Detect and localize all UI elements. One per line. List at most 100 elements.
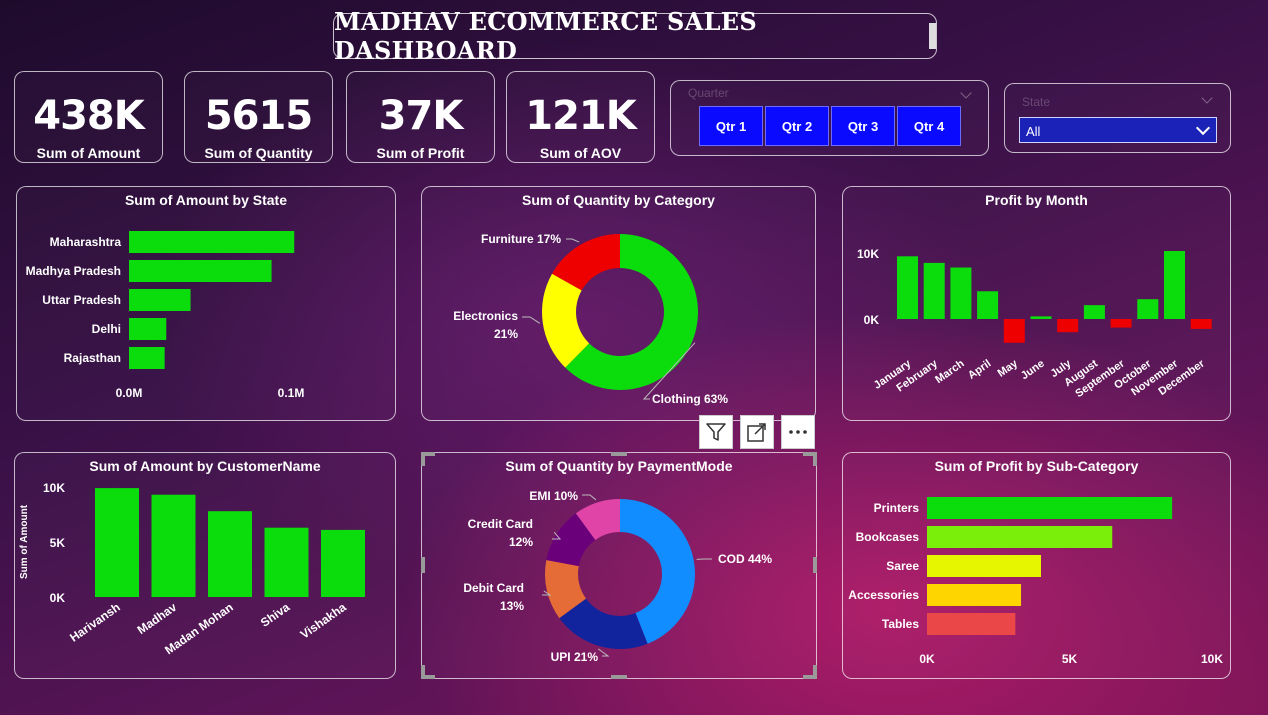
tick-label: 0K — [919, 652, 935, 666]
resize-handle[interactable] — [611, 452, 627, 456]
category-label: Rajasthan — [64, 351, 121, 365]
kpi-label: Sum of AOV — [539, 145, 622, 161]
tick-label: 10K — [857, 247, 879, 261]
bar — [129, 260, 272, 282]
bar — [1110, 319, 1132, 328]
kpi-value: 5615 — [204, 93, 313, 139]
filter-icon — [706, 423, 726, 441]
kpi-value: 438K — [33, 93, 145, 139]
month-label: June — [1019, 358, 1047, 383]
focus-mode-icon — [747, 423, 766, 442]
customer-label: Vishakha — [298, 600, 349, 642]
y-axis-label: Sum of Amount — [19, 504, 30, 579]
tick-label: 0.0M — [116, 386, 143, 400]
quarter-slicer-header: Quarter — [688, 86, 729, 100]
more-options-icon — [789, 430, 807, 434]
slice-label: Clothing 63% — [652, 392, 728, 406]
kpi-value: 121K — [525, 93, 637, 139]
slicer-option-qtr3[interactable]: Qtr 3 — [831, 106, 895, 146]
chart-profit-by-month[interactable]: Profit by Month 10K 0K January February Marc… — [842, 186, 1231, 421]
kpi-value: 37K — [378, 93, 464, 139]
kpi-label: Sum of Quantity — [204, 145, 313, 161]
chart-amount-by-customer[interactable]: Sum of Amount by CustomerName Sum of Amo… — [14, 452, 396, 679]
leader-line — [522, 316, 541, 324]
resize-handle[interactable] — [421, 665, 425, 679]
slicer-option-qtr1[interactable]: Qtr 1 — [699, 106, 763, 146]
filter-button[interactable] — [699, 415, 733, 449]
leader-line — [566, 238, 580, 243]
bar — [927, 497, 1173, 519]
kpi-label: Sum of Profit — [376, 145, 465, 161]
dashboard-title: MADHAV ECOMMERCE SALES DASHBOARD — [333, 7, 937, 65]
chart-quantity-by-category[interactable]: Sum of Quantity by Category Clothing 63%… — [421, 186, 816, 421]
category-label: Printers — [874, 501, 920, 515]
profit-by-subcategory-plot: Printers Bookcases Saree Accessories Tables 0… — [848, 497, 1223, 666]
slicer-option-qtr4[interactable]: Qtr 4 — [897, 106, 961, 146]
resize-handle[interactable] — [813, 557, 817, 573]
state-dropdown-value: All — [1026, 124, 1041, 139]
bar — [1190, 319, 1212, 329]
more-options-button[interactable] — [781, 415, 815, 449]
slice-label: 13% — [500, 599, 524, 613]
slice-label: Credit Card — [468, 517, 533, 531]
month-label: May — [996, 357, 1021, 380]
bar — [95, 488, 139, 597]
slice-label: Debit Card — [463, 581, 524, 595]
bar — [927, 584, 1022, 606]
resize-handle[interactable] — [421, 452, 425, 466]
slice-label: COD 44% — [718, 552, 772, 566]
tick-label: 10K — [1201, 652, 1223, 666]
state-slicer-header: State — [1022, 95, 1051, 109]
chart-quantity-by-payment[interactable]: Sum of Quantity by PaymentMode COD 44% UP… — [421, 452, 817, 679]
bar — [129, 347, 165, 369]
resize-handle[interactable] — [421, 557, 425, 573]
kpi-card-profit: 37K Sum of Profit — [346, 71, 495, 163]
slicer-option-qtr2[interactable]: Qtr 2 — [765, 106, 829, 146]
kpi-label: Sum of Amount — [36, 145, 141, 161]
resize-handle[interactable] — [611, 675, 627, 679]
bar — [977, 291, 999, 319]
focus-mode-button[interactable] — [740, 415, 774, 449]
dashboard-title-text: MADHAV ECOMMERCE SALES DASHBOARD — [334, 7, 758, 65]
tick-label: 10K — [43, 481, 65, 495]
category-label: Delhi — [92, 322, 121, 336]
category-label: Madhya Pradesh — [26, 264, 121, 278]
resize-handle[interactable] — [813, 665, 817, 679]
quantity-by-payment-plot: COD 44% UPI 21% Debit Card 13% Credit Card 12… — [463, 489, 772, 664]
customer-label: Harivansh — [67, 600, 123, 645]
profit-by-month-plot: 10K0KJanuaryFebruaryMarch April MayJune Jul… — [857, 247, 1212, 400]
bar — [1164, 251, 1185, 319]
quantity-by-category-plot: Clothing 63% Electronics 21% Furniture 17% — [453, 232, 728, 406]
month-label: March — [933, 357, 967, 386]
bar — [129, 289, 191, 311]
bar — [208, 511, 252, 597]
category-label: Accessories — [848, 588, 919, 602]
tick-label: 0K — [864, 313, 880, 327]
bar — [321, 529, 365, 597]
customer-label: Shiva — [258, 600, 293, 630]
bar — [897, 256, 918, 319]
chevron-down-icon — [1195, 120, 1211, 136]
customer-label: Madhav — [135, 600, 180, 637]
chart-amount-by-state[interactable]: Sum of Amount by State Maharashtra Madhya… — [16, 186, 396, 421]
amount-by-state-plot: Maharashtra Madhya Pradesh Uttar Pradesh De… — [26, 231, 304, 400]
category-label: Bookcases — [856, 530, 920, 544]
kpi-card-amount: 438K Sum of Amount — [14, 71, 163, 163]
bar — [923, 262, 945, 319]
resize-handle[interactable] — [813, 452, 817, 466]
category-label: Maharashtra — [50, 235, 122, 249]
bar — [1030, 316, 1052, 319]
bar — [927, 555, 1041, 577]
leader-line — [597, 648, 610, 657]
bar — [1083, 305, 1105, 319]
bar — [129, 231, 295, 253]
bar — [950, 267, 972, 319]
state-dropdown[interactable]: All — [1019, 117, 1217, 143]
tick-label: 5K — [50, 536, 66, 550]
bar — [1057, 319, 1079, 333]
month-label: April — [966, 358, 993, 382]
amount-by-customer-plot: Sum of Amount10K5K0KHarivansh MadhavMadan… — [19, 481, 365, 657]
category-label: Saree — [886, 559, 919, 573]
slice-label: 21% — [494, 327, 518, 341]
chart-profit-by-subcategory[interactable]: Sum of Profit by Sub-Category Printers Bo… — [842, 452, 1231, 679]
